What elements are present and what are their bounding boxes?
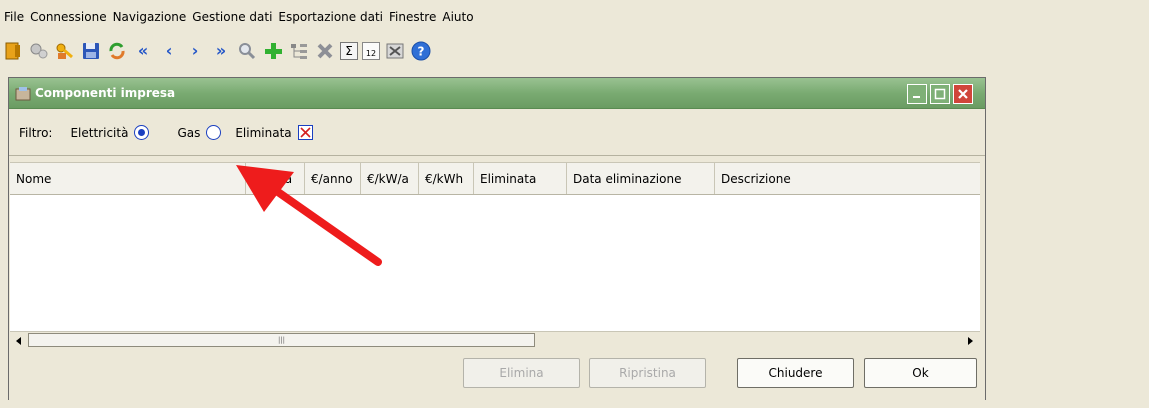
calendar-icon[interactable]: 12 (362, 42, 380, 60)
minimize-button[interactable] (907, 84, 927, 104)
option-gas-label: Gas (177, 125, 201, 140)
tree-icon[interactable] (288, 40, 310, 62)
column-ordina[interactable]: Ordina (246, 163, 305, 194)
help-icon[interactable]: ? (410, 40, 432, 62)
help-glyph: ? (418, 45, 425, 59)
menu-finestre[interactable]: Finestre (389, 10, 436, 34)
menu-bar: File Connessione Navigazione Gestione da… (0, 0, 1149, 34)
first-record-icon[interactable]: « (132, 40, 154, 62)
horizontal-scrollbar[interactable]: ||| (10, 331, 980, 348)
eliminata-checkbox[interactable] (297, 125, 313, 140)
window-title: Componenti impresa (35, 86, 176, 100)
option-elettricita-label: Elettricità (70, 125, 129, 140)
column-euro-anno[interactable]: €/anno (305, 163, 361, 194)
button-bar: Elimina Ripristina Chiudere Ok (9, 350, 985, 400)
scroll-right-arrow[interactable] (962, 333, 977, 348)
window-app-icon (15, 86, 31, 102)
export-icon[interactable] (384, 40, 406, 62)
close-icon (958, 89, 968, 99)
menu-connessione[interactable]: Connessione (30, 10, 106, 34)
exit-door-icon[interactable] (2, 40, 24, 62)
menu-gestione-dati[interactable]: Gestione dati (192, 10, 272, 34)
components-window: Componenti impresa Filtro: Elettricità G… (8, 77, 986, 400)
menu-aiuto[interactable]: Aiuto (442, 10, 473, 34)
scroll-thumb[interactable]: ||| (28, 333, 535, 347)
close-button[interactable]: Chiudere (737, 358, 854, 388)
sum-icon[interactable]: Σ (340, 42, 358, 60)
delete-icon[interactable] (314, 40, 336, 62)
close-window-button[interactable] (953, 84, 973, 104)
filter-bar: Filtro: Elettricità Gas Eliminata (9, 110, 985, 156)
gas-radio[interactable] (206, 125, 222, 140)
table-header: Nome Ordina €/anno €/kW/a €/kWh Eliminat… (10, 162, 980, 195)
window-titlebar[interactable]: Componenti impresa (9, 78, 985, 109)
last-record-icon[interactable]: » (210, 40, 232, 62)
table-body[interactable] (10, 195, 980, 331)
add-icon[interactable] (262, 40, 284, 62)
filter-label: Filtro: (19, 125, 53, 140)
scroll-left-arrow[interactable] (11, 333, 26, 348)
elettricita-radio[interactable] (134, 125, 150, 140)
key-hand-icon[interactable] (54, 40, 76, 62)
next-record-icon[interactable]: › (184, 40, 206, 62)
column-descrizione[interactable]: Descrizione (715, 163, 980, 194)
settings-gears-icon[interactable] (28, 40, 50, 62)
save-disk-icon[interactable] (80, 40, 102, 62)
ok-button[interactable]: Ok (864, 358, 977, 388)
menu-esportazione-dati[interactable]: Esportazione dati (278, 10, 383, 34)
previous-record-icon[interactable]: ‹ (158, 40, 180, 62)
column-data-eliminazione[interactable]: Data eliminazione (567, 163, 715, 194)
menu-file[interactable]: File (4, 10, 24, 34)
toolbar: « ‹ › » Σ 12 ? (2, 36, 432, 66)
column-euro-kw-anno[interactable]: €/kW/a (361, 163, 419, 194)
restore-button[interactable]: Ripristina (589, 358, 706, 388)
menu-navigazione[interactable]: Navigazione (113, 10, 187, 34)
column-nome[interactable]: Nome (10, 163, 246, 194)
delete-button[interactable]: Elimina (463, 358, 580, 388)
maximize-button[interactable] (930, 84, 950, 104)
refresh-icon[interactable] (106, 40, 128, 62)
column-euro-kwh[interactable]: €/kWh (419, 163, 474, 194)
column-eliminata[interactable]: Eliminata (474, 163, 567, 194)
option-eliminata-label: Eliminata (235, 125, 292, 140)
search-icon[interactable] (236, 40, 258, 62)
